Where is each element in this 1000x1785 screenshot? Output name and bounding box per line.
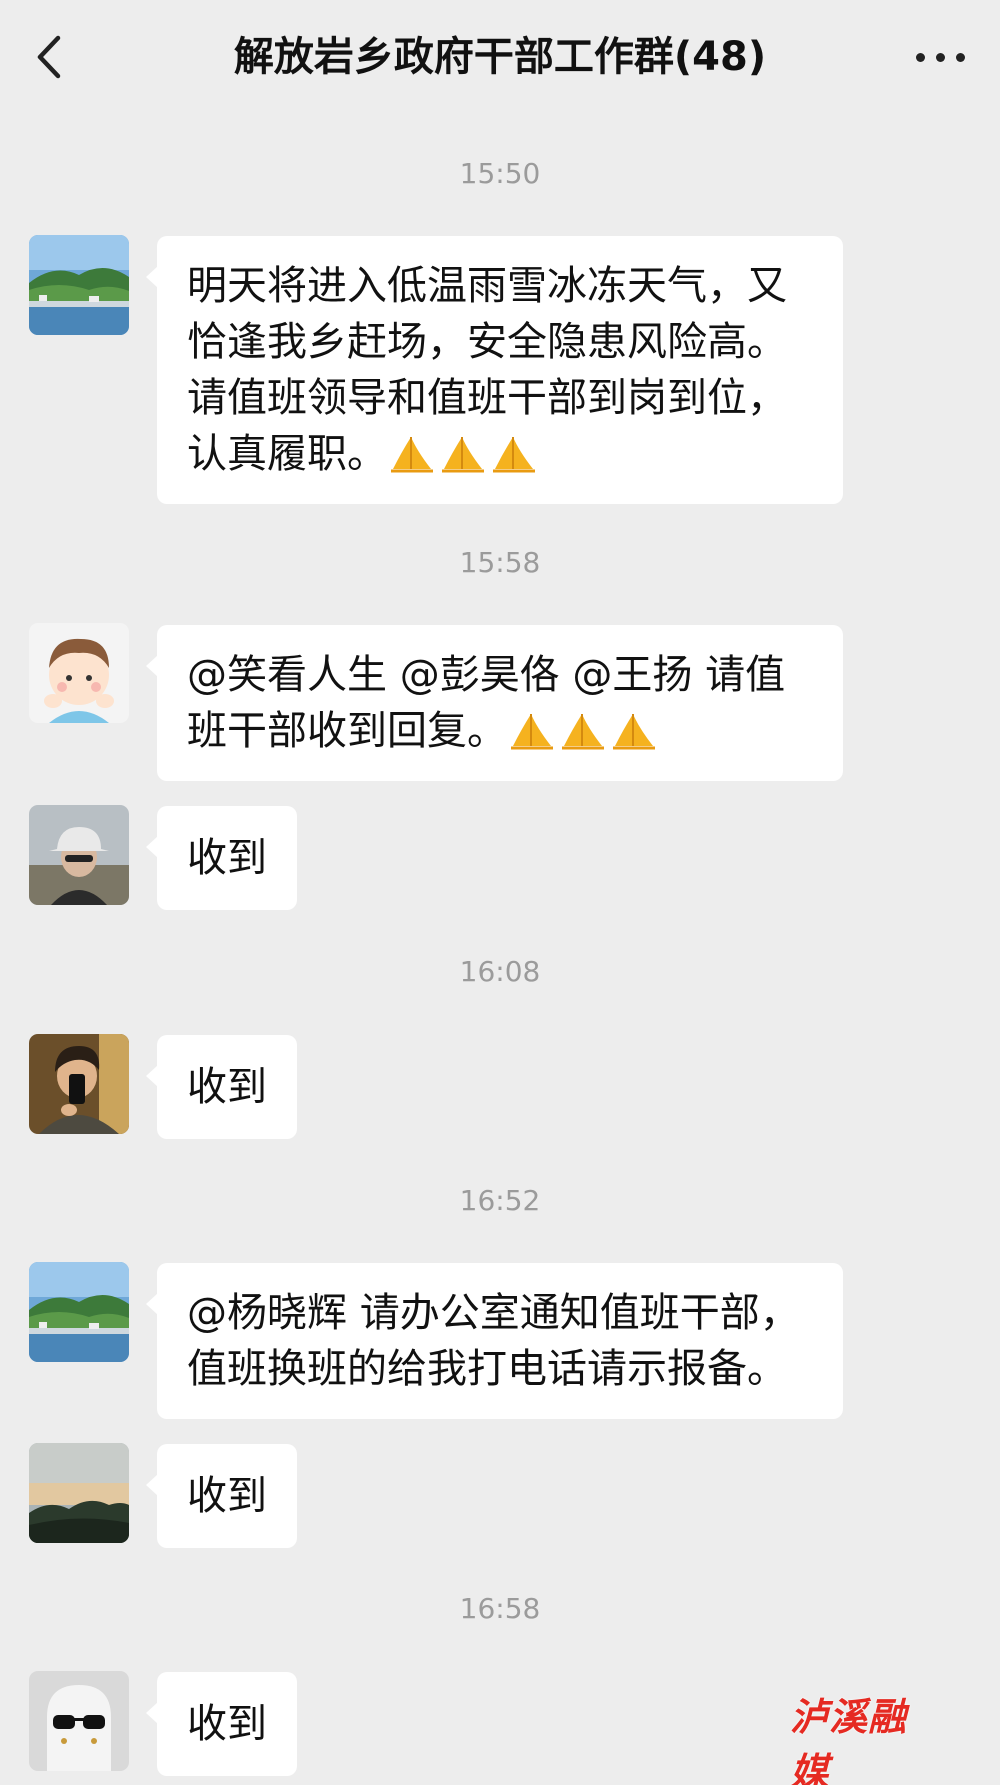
chat-title: 解放岩乡政府干部工作群(48) (233, 34, 767, 80)
chat-header: 解放岩乡政府干部工作群(48) (0, 0, 1000, 118)
message-bubble[interactable]: 明天将进入低温雨雪冰冻天气，又恰逢我乡赶场，安全隐患风险高。请值班领导和值班干部… (146, 236, 843, 504)
timestamp: 16:58 (459, 1592, 541, 1625)
timestamp: 16:52 (459, 1184, 541, 1217)
pray-hands-icon (493, 437, 535, 473)
watermark-text: 泸溪融媒 (790, 1694, 908, 1785)
message-text: @笑看人生 @彭昊佫 @王扬 请值班干部收到回复。 (187, 652, 786, 754)
message-text: 收到 (187, 1473, 267, 1519)
pray-hands-icon (562, 714, 604, 750)
timestamp: 15:58 (459, 546, 541, 579)
message-bubble[interactable]: @杨晓辉 请办公室通知值班干部，值班换班的给我打电话请示报备。 (146, 1263, 843, 1419)
message-text: @杨晓辉 请办公室通知值班干部，值班换班的给我打电话请示报备。 (187, 1290, 800, 1392)
landscape-village-avatar[interactable] (29, 1262, 129, 1362)
more-dots-icon[interactable] (916, 50, 966, 64)
selfie-phone-avatar[interactable] (29, 1034, 129, 1134)
message-text: 收到 (187, 1701, 267, 1747)
message-bubble[interactable]: 收到 (146, 1672, 297, 1776)
message-bubble[interactable]: @笑看人生 @彭昊佫 @王扬 请值班干部收到回复。 (146, 625, 843, 781)
watermark-logo: 泸溪融媒 (790, 1686, 940, 1785)
pray-hands-icon (391, 437, 433, 473)
message-bubble[interactable]: 收到 (146, 1444, 297, 1548)
ghost-sunglasses-avatar[interactable] (29, 1671, 129, 1771)
message-text: 收到 (187, 1064, 267, 1110)
pray-hands-icon (613, 714, 655, 750)
message-text: 收到 (187, 835, 267, 881)
message-bubble[interactable]: 收到 (146, 806, 297, 910)
pray-emoji-group (507, 708, 660, 754)
pray-emoji-group (387, 431, 540, 477)
sunset-hills-avatar[interactable] (29, 1443, 129, 1543)
timestamp: 15:50 (459, 157, 541, 190)
message-bubble[interactable]: 收到 (146, 1035, 297, 1139)
pray-hands-icon (442, 437, 484, 473)
person-with-hat-avatar[interactable] (29, 805, 129, 905)
landscape-village-avatar[interactable] (29, 235, 129, 335)
pray-hands-icon (511, 714, 553, 750)
timestamp: 16:08 (459, 955, 541, 988)
chevron-left-icon[interactable] (30, 30, 70, 84)
cartoon-child-avatar[interactable] (29, 623, 129, 723)
